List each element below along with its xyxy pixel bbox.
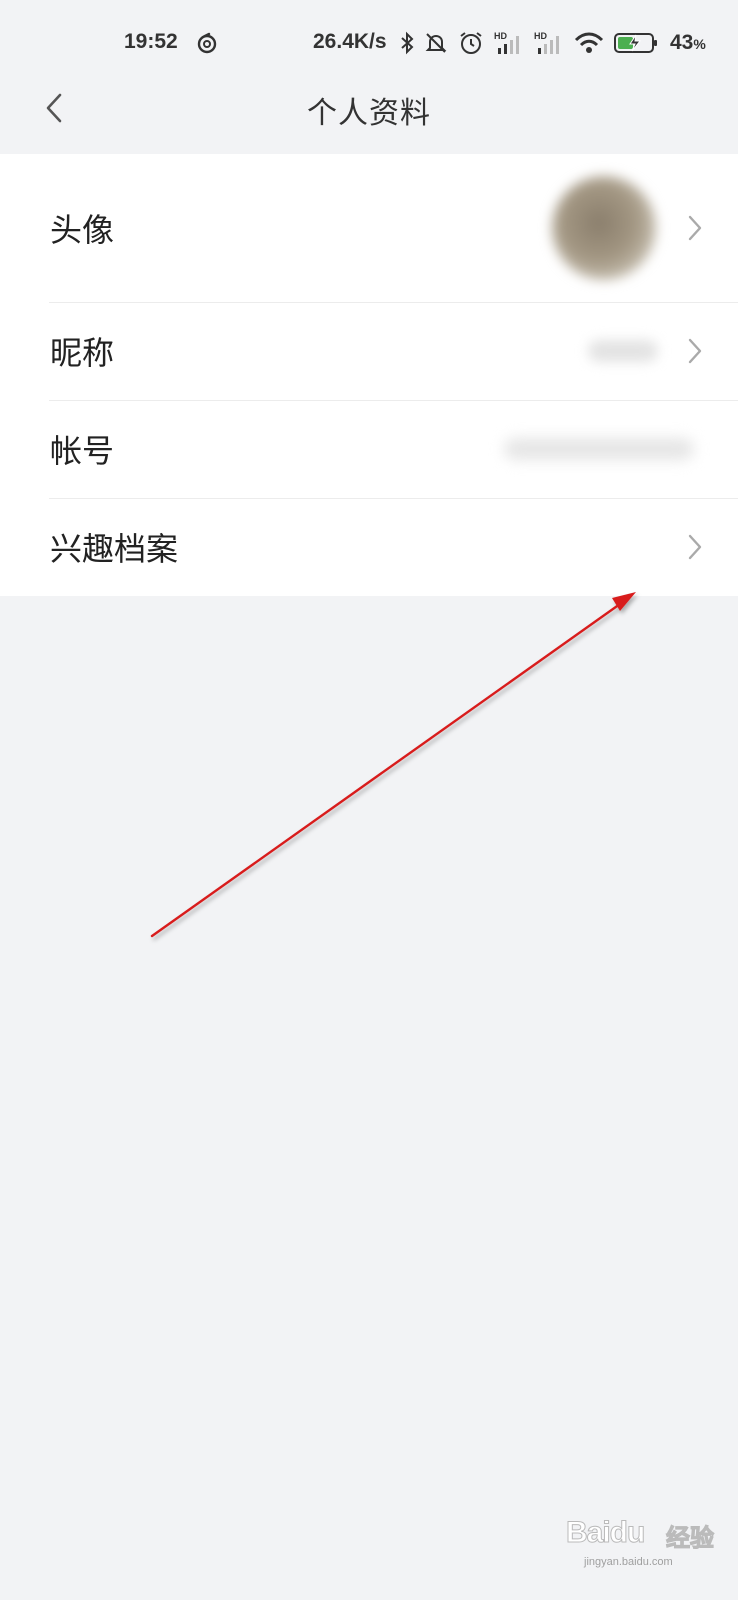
account-label: 帐号 [50,432,115,470]
avatar-label: 头像 [50,211,115,249]
bluetooth-icon [401,31,414,55]
nickname-value-blurred [588,340,658,362]
nickname-label: 昵称 [50,334,115,372]
wifi-icon [574,32,604,53]
profile-list: 头像 昵称 帐号 兴趣档案 [0,154,738,596]
battery-charging-icon [614,33,657,53]
network-speed: 26.4K/s [313,30,387,53]
signal-hd-icon-1: HD [494,31,519,54]
watermark-brand: Baidu [565,1516,645,1550]
chevron-right-icon [688,534,702,560]
avatar[interactable] [552,176,656,280]
nickname-row[interactable]: 昵称 [0,302,738,400]
signal-hd-label-1: HD [494,31,507,41]
battery-percent: 43% [670,31,706,54]
page-title: 个人资料 [307,96,431,131]
netease-music-icon [197,32,217,54]
chevron-right-icon [688,215,702,241]
account-value-blurred [504,438,694,460]
status-time: 19:52 [124,30,178,53]
watermark-url: jingyan.baidu.com [584,1556,673,1568]
baidu-jingyan-watermark: Baidu 经验 jingyan.baidu.com [560,1496,720,1576]
interest-profile-label: 兴趣档案 [50,530,179,568]
watermark-suffix: 经验 [666,1524,715,1553]
signal-hd-label-2: HD [534,31,547,41]
chevron-right-icon [688,338,702,364]
nav-bar: 个人资料 [0,70,738,150]
status-icons: HD HD 43% [400,30,706,56]
account-row[interactable]: 帐号 [0,400,738,498]
alarm-icon [460,32,482,54]
mute-bell-icon [425,33,447,53]
signal-hd-icon-2: HD [534,31,559,54]
interest-profile-row[interactable]: 兴趣档案 [0,498,738,596]
avatar-row[interactable]: 头像 [0,154,738,302]
